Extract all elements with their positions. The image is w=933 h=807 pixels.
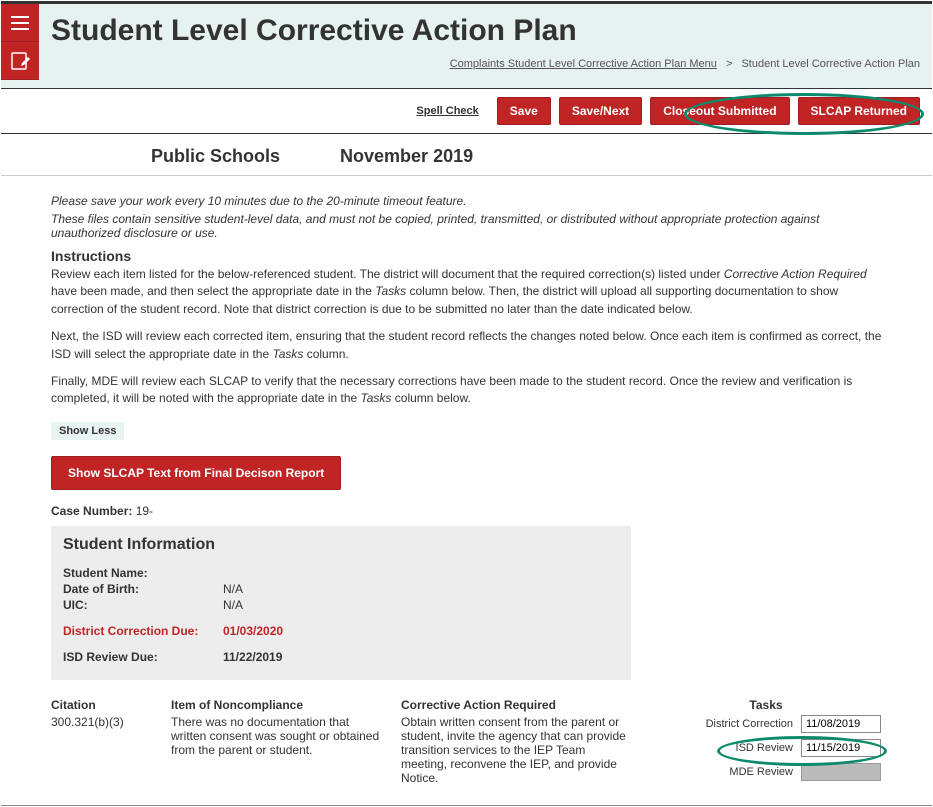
mde-review-task-label: MDE Review: [729, 766, 793, 778]
district-correction-date-input[interactable]: [801, 715, 881, 733]
show-slcap-text-button[interactable]: Show SLCAP Text from Final Decison Repor…: [51, 456, 341, 490]
citation-block: Citation 300.321(b)(3) Item of Noncompli…: [51, 698, 882, 787]
save-button[interactable]: Save: [497, 97, 551, 125]
bottom-divider: [1, 805, 932, 806]
breadcrumb-separator: >: [726, 58, 732, 70]
hamburger-icon: [8, 11, 32, 35]
case-number-value: 19-: [136, 504, 153, 518]
case-number-label: Case Number:: [51, 504, 132, 518]
dob-value: N/A: [223, 582, 243, 596]
citation-value: 300.321(b)(3): [51, 715, 151, 729]
student-info-heading: Student Information: [63, 536, 619, 554]
uic-value: N/A: [223, 598, 243, 612]
noncompliance-heading: Item of Noncompliance: [171, 698, 381, 712]
closeout-submitted-button[interactable]: Closeout Submitted: [650, 97, 789, 125]
instructions-p1: Review each item listed for the below-re…: [51, 266, 882, 318]
instructions-heading: Instructions: [51, 248, 882, 264]
uic-label: UIC:: [63, 598, 223, 612]
student-name-label: Student Name:: [63, 566, 223, 580]
edit-note-icon: [8, 49, 32, 73]
action-bar: Spell Check Save Save/Next Closeout Subm…: [1, 89, 932, 134]
header-band: Student Level Corrective Action Plan Com…: [1, 1, 932, 89]
district-correction-task-label: District Correction: [706, 718, 793, 730]
period-label: November 2019: [340, 146, 473, 167]
district-correction-due-label: District Correction Due:: [63, 624, 223, 638]
citation-heading: Citation: [51, 698, 151, 712]
noncompliance-text: There was no documentation that written …: [171, 715, 381, 757]
page-title: Student Level Corrective Action Plan: [51, 14, 920, 48]
isd-review-due-value: 11/22/2019: [223, 650, 282, 664]
corrective-action-heading: Corrective Action Required: [401, 698, 631, 712]
district-correction-due-value: 01/03/2020: [223, 624, 283, 638]
show-less-toggle[interactable]: Show Less: [51, 422, 124, 440]
mde-review-date-input: [801, 763, 881, 781]
hamburger-menu-button[interactable]: [1, 4, 39, 42]
breadcrumb: Complaints Student Level Corrective Acti…: [51, 58, 920, 70]
isd-review-date-input[interactable]: [801, 739, 881, 757]
student-info-panel: Student Information Student Name: Date o…: [51, 526, 631, 680]
sub-header: Public Schools November 2019: [1, 134, 932, 176]
corrective-action-text: Obtain written consent from the parent o…: [401, 715, 631, 785]
tasks-heading: Tasks: [651, 698, 881, 712]
isd-review-task-label: ISD Review: [736, 742, 793, 754]
spellcheck-link[interactable]: Spell Check: [416, 105, 478, 117]
main-content: Please save your work every 10 minutes d…: [1, 176, 932, 797]
save-next-button[interactable]: Save/Next: [559, 97, 642, 125]
breadcrumb-link-menu[interactable]: Complaints Student Level Corrective Acti…: [450, 58, 717, 70]
edit-menu-button[interactable]: [1, 42, 39, 80]
timeout-note: Please save your work every 10 minutes d…: [51, 194, 882, 208]
school-name: Public Schools: [151, 146, 280, 167]
sensitive-data-note: These files contain sensitive student-le…: [51, 212, 882, 240]
side-menu-buttons: [1, 4, 39, 80]
isd-review-due-label: ISD Review Due:: [63, 650, 223, 664]
slcap-returned-button[interactable]: SLCAP Returned: [798, 97, 920, 125]
instructions-p2: Next, the ISD will review each corrected…: [51, 328, 882, 363]
instructions-p3: Finally, MDE will review each SLCAP to v…: [51, 373, 882, 408]
breadcrumb-current: Student Level Corrective Action Plan: [741, 58, 920, 70]
dob-label: Date of Birth:: [63, 582, 223, 596]
case-number: Case Number: 19-: [51, 504, 882, 518]
